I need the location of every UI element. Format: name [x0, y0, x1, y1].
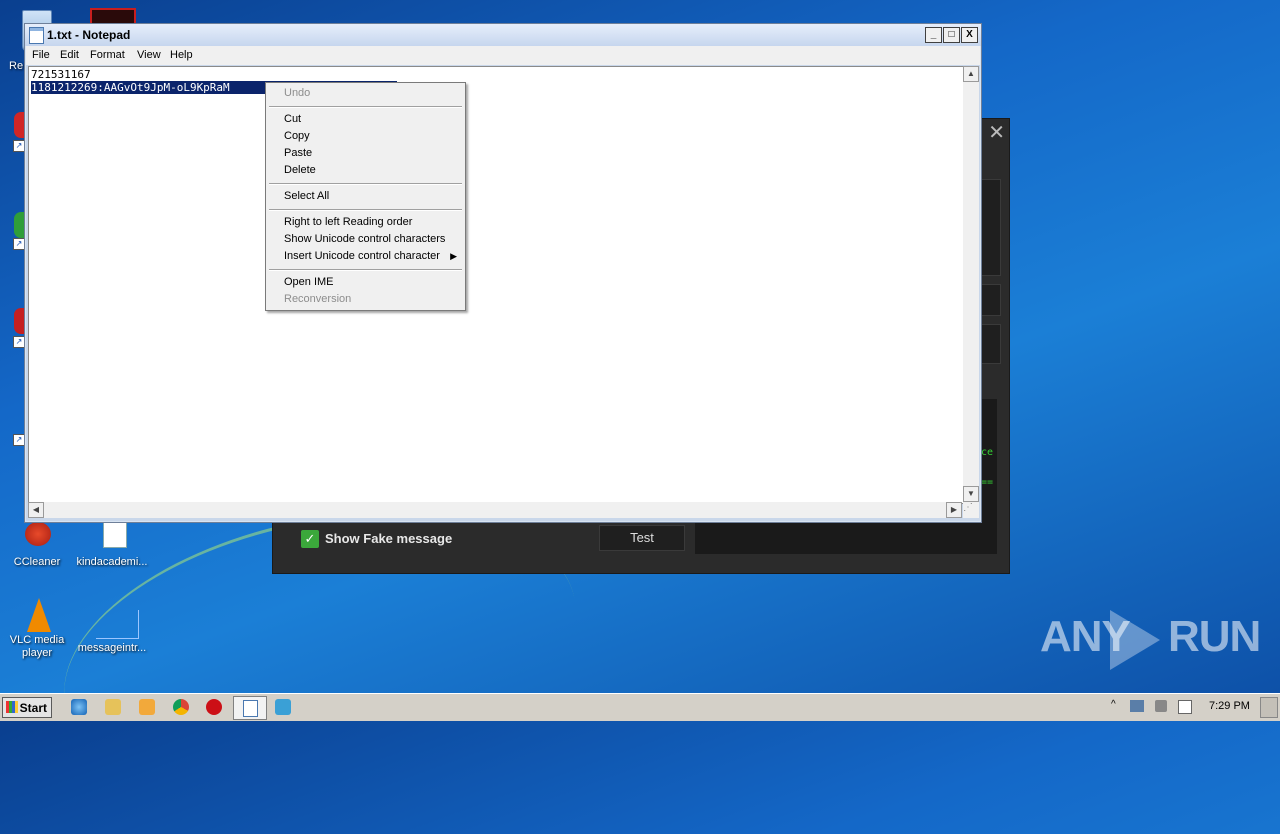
menu-separator — [269, 183, 462, 185]
code-fragment: ce — [981, 447, 994, 458]
vlc-cone-icon — [19, 598, 55, 632]
windows-flag-icon — [6, 701, 18, 713]
menu-file[interactable]: File — [32, 49, 50, 61]
menu-separator — [269, 106, 462, 108]
desktop-icon-label: VLC media player — [9, 634, 65, 659]
submenu-arrow-icon: ▶ — [450, 251, 457, 261]
action-center-flag-icon[interactable] — [1178, 700, 1192, 714]
desktop-icon-messageintr[interactable]: messageintr... — [72, 610, 152, 655]
show-fake-message-checkbox[interactable]: ✓ — [301, 530, 319, 548]
scroll-down-icon[interactable]: ▼ — [963, 486, 979, 502]
minimize-button[interactable]: _ — [925, 27, 942, 43]
app-side-box — [981, 324, 1001, 364]
title-bar[interactable]: 1.txt - Notepad _ □ X — [25, 24, 981, 46]
close-button[interactable]: X — [961, 27, 978, 43]
volume-icon[interactable] — [1155, 700, 1167, 712]
file-explorer-icon[interactable] — [105, 699, 121, 715]
text-editor[interactable]: 721531167 1181212269:AAGvOt9JpM-oL9KpRaM — [28, 66, 964, 504]
show-desktop-button[interactable] — [1260, 697, 1278, 718]
network-icon[interactable] — [1130, 700, 1144, 712]
vertical-scrollbar[interactable]: ▲ ▼ — [963, 66, 979, 502]
notepad-icon — [29, 27, 44, 44]
taskbar: Start ^ — [0, 693, 1280, 721]
desktop-icon-label: messageintr... — [77, 642, 147, 654]
test-button[interactable]: Test — [599, 525, 685, 551]
menu-item-delete[interactable]: Delete — [284, 164, 316, 176]
play-icon — [1110, 610, 1160, 670]
notepad-window[interactable]: 1.txt - Notepad _ □ X File Edit Format V… — [24, 23, 982, 523]
menu-view[interactable]: View — [137, 49, 161, 61]
ccleaner-icon — [19, 520, 55, 552]
media-player-icon[interactable] — [139, 699, 155, 715]
context-menu: Undo Cut Copy Paste Delete Select All Ri… — [265, 82, 466, 311]
desktop-icon-label: kindacademi... — [76, 556, 148, 568]
scroll-right-icon[interactable]: ▶ — [946, 502, 962, 518]
app-side-box — [981, 284, 1001, 316]
notepad-taskbar-button[interactable] — [233, 696, 267, 720]
resize-grip-icon[interactable]: ⋰ — [963, 502, 979, 518]
desktop-icon-ccleaner[interactable]: CCleaner — [0, 520, 77, 569]
menu-item-undo: Undo — [284, 87, 311, 99]
menu-item-insert-unicode[interactable]: Insert Unicode control character — [284, 250, 440, 262]
menu-help[interactable]: Help — [170, 49, 193, 61]
document-icon — [94, 520, 130, 552]
menu-item-rtl[interactable]: Right to left Reading order — [284, 216, 412, 228]
menu-item-cut[interactable]: Cut — [284, 113, 301, 125]
menu-bar: File Edit Format View Help — [26, 46, 980, 65]
desktop-icon-vlc[interactable]: VLC media player — [0, 598, 77, 660]
chrome-icon[interactable] — [173, 699, 189, 715]
code-fragment: == — [981, 477, 994, 488]
blank-file-icon — [94, 610, 139, 639]
window-title: 1.txt - Notepad — [47, 28, 131, 42]
maximize-button[interactable]: □ — [943, 27, 960, 43]
scroll-left-icon[interactable]: ◀ — [28, 502, 44, 518]
desktop-icon-label: CCleaner — [13, 556, 61, 568]
notepad-icon — [243, 700, 258, 717]
menu-edit[interactable]: Edit — [60, 49, 79, 61]
tray-expand-icon[interactable]: ^ — [1111, 699, 1116, 710]
menu-item-open-ime[interactable]: Open IME — [284, 276, 334, 288]
app-side-panel — [981, 179, 1001, 276]
desktop-icon-label-re: Re — [9, 60, 24, 72]
show-fake-message-label: Show Fake message — [325, 531, 453, 546]
menu-item-paste[interactable]: Paste — [284, 147, 312, 159]
taskbar-clock[interactable]: 7:29 PM — [1209, 700, 1250, 712]
scroll-up-icon[interactable]: ▲ — [963, 66, 979, 82]
menu-separator — [269, 209, 462, 211]
text-line: 721531167 — [31, 68, 91, 81]
menu-item-copy[interactable]: Copy — [284, 130, 310, 142]
menu-item-reconversion: Reconversion — [284, 293, 352, 305]
internet-explorer-icon[interactable] — [71, 699, 87, 715]
menu-item-select-all[interactable]: Select All — [284, 190, 329, 202]
menu-format[interactable]: Format — [90, 49, 125, 61]
anyrun-watermark-right: RUN — [1168, 612, 1261, 661]
telegram-icon[interactable] — [275, 699, 291, 715]
opera-icon[interactable] — [206, 699, 222, 715]
menu-item-show-unicode[interactable]: Show Unicode control characters — [284, 233, 445, 245]
horizontal-scrollbar[interactable]: ◀ ▶ — [28, 502, 962, 518]
desktop-icon-kindacademi[interactable]: kindacademi... — [72, 520, 152, 569]
close-icon[interactable]: ✕ — [988, 123, 1005, 143]
menu-separator — [269, 269, 462, 271]
